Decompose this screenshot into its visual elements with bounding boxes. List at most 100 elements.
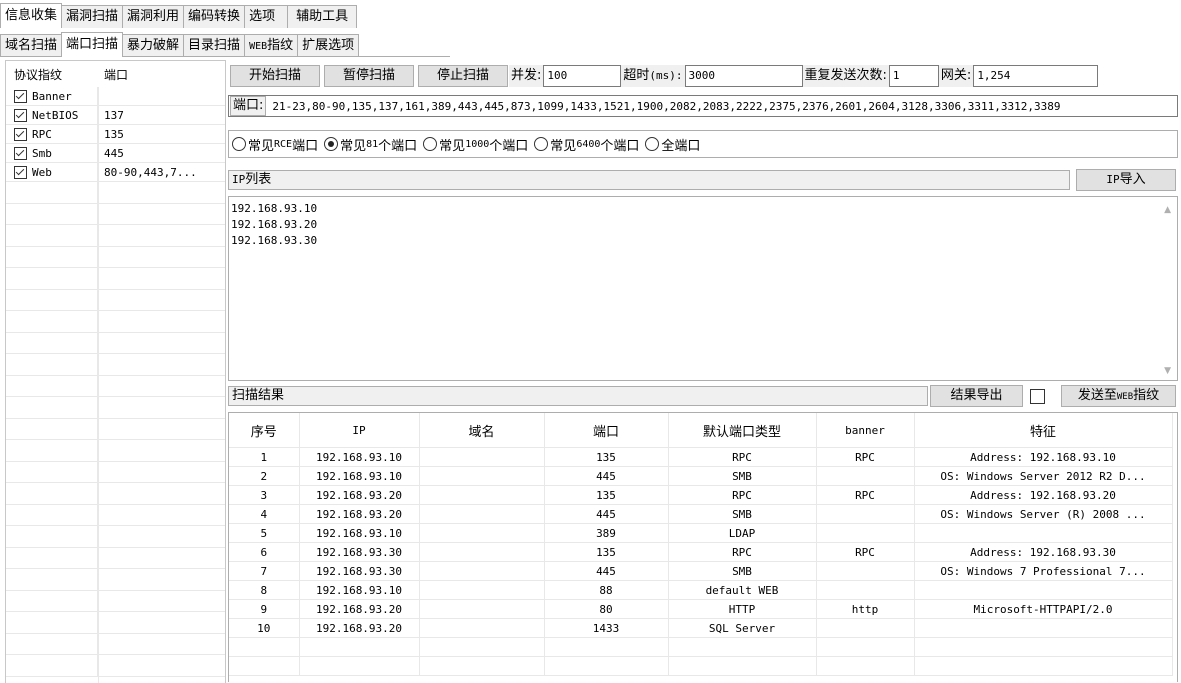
- port-preset-radio[interactable]: 常见 1000 个端口: [423, 135, 528, 154]
- protocol-row[interactable]: Smb 445: [6, 144, 225, 163]
- retry-input[interactable]: 1: [888, 65, 939, 87]
- table-row[interactable]: 6 192.168.93.30 135 RPC RPC Address: 192.168.…: [229, 542, 1173, 562]
- protocol-row[interactable]: NetBIOS 137: [6, 106, 225, 125]
- column-header[interactable]: IP: [299, 413, 420, 448]
- protocol-checkbox[interactable]: [14, 146, 27, 160]
- radio-circle-icon[interactable]: [534, 137, 549, 151]
- table-row[interactable]: 3 192.168.93.20 135 RPC RPC Address: 192.168.…: [229, 485, 1173, 505]
- tab-domain-scan[interactable]: 域名扫描: [0, 34, 63, 57]
- empty-row: [6, 461, 225, 483]
- table-cell: 389: [544, 523, 669, 543]
- scroll-down-icon[interactable]: ▼: [1164, 366, 1171, 376]
- table-cell: Address: 192.168.93.20: [914, 485, 1173, 505]
- table-cell: SMB: [668, 561, 817, 581]
- protocol-port: 135: [104, 127, 124, 141]
- tab-info-gathering[interactable]: 信息收集: [0, 3, 63, 28]
- empty-row: [6, 612, 225, 634]
- table-cell: 135: [544, 447, 669, 467]
- column-header[interactable]: 序号: [229, 413, 300, 448]
- ip-line: 192.168.93.10: [231, 202, 318, 215]
- ip-list-textarea[interactable]: 192.168.93.10 192.168.93.20 192.168.93.30 …: [228, 196, 1178, 381]
- radio-circle-icon[interactable]: [232, 137, 246, 151]
- protocol-port: 445: [104, 146, 124, 160]
- radio-label: 常见: [248, 138, 275, 154]
- tab-port-scan[interactable]: 端口扫描: [61, 32, 124, 57]
- ip-list-header: IP列表: [228, 170, 1070, 190]
- empty-cell: [6, 375, 98, 396]
- concurrency-input[interactable]: 100: [543, 65, 622, 87]
- tab-ext-options[interactable]: 扩展选项: [297, 34, 360, 57]
- empty-row: [6, 590, 225, 612]
- ip-line: 192.168.93.20: [231, 218, 318, 231]
- empty-cell: [6, 246, 98, 267]
- port-preset-radio[interactable]: 常见 81 个端口: [324, 135, 417, 154]
- scan-results-table: 序号 IP 域名 端口 默认端口类型 banner 特征 1 192.168.93.10 135…: [228, 412, 1178, 682]
- empty-cell: [6, 418, 98, 439]
- retry-label: 重复发送次数:: [802, 65, 889, 87]
- column-header[interactable]: banner: [816, 413, 915, 448]
- table-row[interactable]: 4 192.168.93.20 445 SMB OS: Windows Server (…: [229, 504, 1173, 524]
- table-cell: OS: Windows Server 2012 R2 D...: [914, 466, 1173, 486]
- table-cell: RPC: [816, 542, 915, 562]
- tab-vuln-exploit[interactable]: 漏洞利用: [122, 5, 185, 28]
- radio-label-suffix: 个端口: [600, 138, 640, 154]
- tab-options[interactable]: 选项: [244, 5, 289, 28]
- radio-label-suffix: 个端口: [378, 138, 418, 154]
- tab-web-fingerprint[interactable]: WEB指纹: [244, 34, 299, 57]
- table-row[interactable]: 7 192.168.93.30 445 SMB OS: Windows 7 Profes…: [229, 561, 1173, 581]
- empty-cell: [914, 656, 1173, 676]
- column-header[interactable]: 域名: [419, 413, 545, 448]
- radio-circle-icon[interactable]: [423, 137, 438, 151]
- table-row[interactable]: 5 192.168.93.10 389 LDAP: [229, 523, 1173, 543]
- radio-label: 常见: [439, 138, 466, 154]
- tab-dir-scan[interactable]: 目录扫描: [183, 34, 246, 57]
- scroll-up-icon[interactable]: ▲: [1164, 205, 1171, 215]
- radio-circle-icon[interactable]: [324, 137, 339, 151]
- protocol-name: Banner: [32, 89, 72, 103]
- start-scan-button[interactable]: 开始扫描: [230, 65, 320, 87]
- pause-scan-button[interactable]: 暂停扫描: [324, 65, 414, 87]
- tab-aux-tools[interactable]: 辅助工具: [287, 5, 358, 28]
- radio-label-num: RCE: [274, 138, 293, 150]
- port-input[interactable]: 21-23,80-90,135,137,161,389,443,445,873,…: [272, 100, 1060, 113]
- port-preset-radio-group: 常见 RCE 端口 常见 81 个端口 常见 1000 个端口 常见 6400 个端口 全端口: [228, 130, 1178, 158]
- table-cell: [914, 580, 1173, 600]
- port-preset-radio[interactable]: 常见 6400 个端口: [534, 135, 639, 154]
- tab-encoding[interactable]: 编码转换: [183, 5, 246, 28]
- empty-cell: [299, 637, 420, 657]
- port-preset-radio[interactable]: 常见 RCE 端口: [232, 135, 318, 154]
- export-results-button[interactable]: 结果导出: [930, 385, 1023, 407]
- protocol-row[interactable]: RPC 135: [6, 125, 225, 144]
- empty-table-row: [229, 656, 1173, 676]
- table-cell: 192.168.93.20: [299, 504, 420, 524]
- table-row[interactable]: 1 192.168.93.10 135 RPC RPC Address: 192.168.…: [229, 447, 1173, 467]
- table-cell: 8: [229, 580, 300, 600]
- column-header[interactable]: 默认端口类型: [668, 413, 817, 448]
- empty-cell: [6, 354, 98, 375]
- empty-row: [6, 203, 225, 225]
- table-cell: 445: [544, 466, 669, 486]
- table-row[interactable]: 9 192.168.93.20 80 HTTP http Microsoft-HTTPAP…: [229, 599, 1173, 619]
- timeout-input[interactable]: 3000: [684, 65, 803, 87]
- protocol-checkbox[interactable]: [14, 165, 27, 179]
- radio-circle-icon[interactable]: [645, 137, 660, 151]
- ip-import-button[interactable]: IP导入: [1076, 169, 1176, 191]
- protocol-row[interactable]: Banner: [6, 87, 225, 106]
- column-header[interactable]: 端口: [544, 413, 669, 448]
- tab-brute-force[interactable]: 暴力破解: [122, 34, 185, 57]
- send-to-web-fingerprint-button[interactable]: 发送至WEB指纹: [1061, 385, 1176, 407]
- protocol-checkbox[interactable]: [14, 89, 27, 103]
- table-row[interactable]: 10 192.168.93.20 1433 SQL Server: [229, 618, 1173, 638]
- table-row[interactable]: 8 192.168.93.10 88 default WEB: [229, 580, 1173, 600]
- port-preset-radio[interactable]: 全端口: [645, 135, 700, 154]
- protocol-row[interactable]: Web 80-90,443,7...: [6, 163, 225, 182]
- select-all-checkbox[interactable]: [1030, 389, 1045, 404]
- gateway-input[interactable]: 1,254: [973, 65, 1099, 87]
- protocol-checkbox[interactable]: [14, 108, 27, 122]
- column-header[interactable]: 特征: [914, 413, 1173, 448]
- protocol-checkbox[interactable]: [14, 127, 27, 141]
- table-row[interactable]: 2 192.168.93.10 445 SMB OS: Windows Server 2…: [229, 466, 1173, 486]
- stop-scan-button[interactable]: 停止扫描: [418, 65, 508, 87]
- empty-cell: [668, 637, 817, 657]
- tab-vuln-scan[interactable]: 漏洞扫描: [61, 5, 124, 28]
